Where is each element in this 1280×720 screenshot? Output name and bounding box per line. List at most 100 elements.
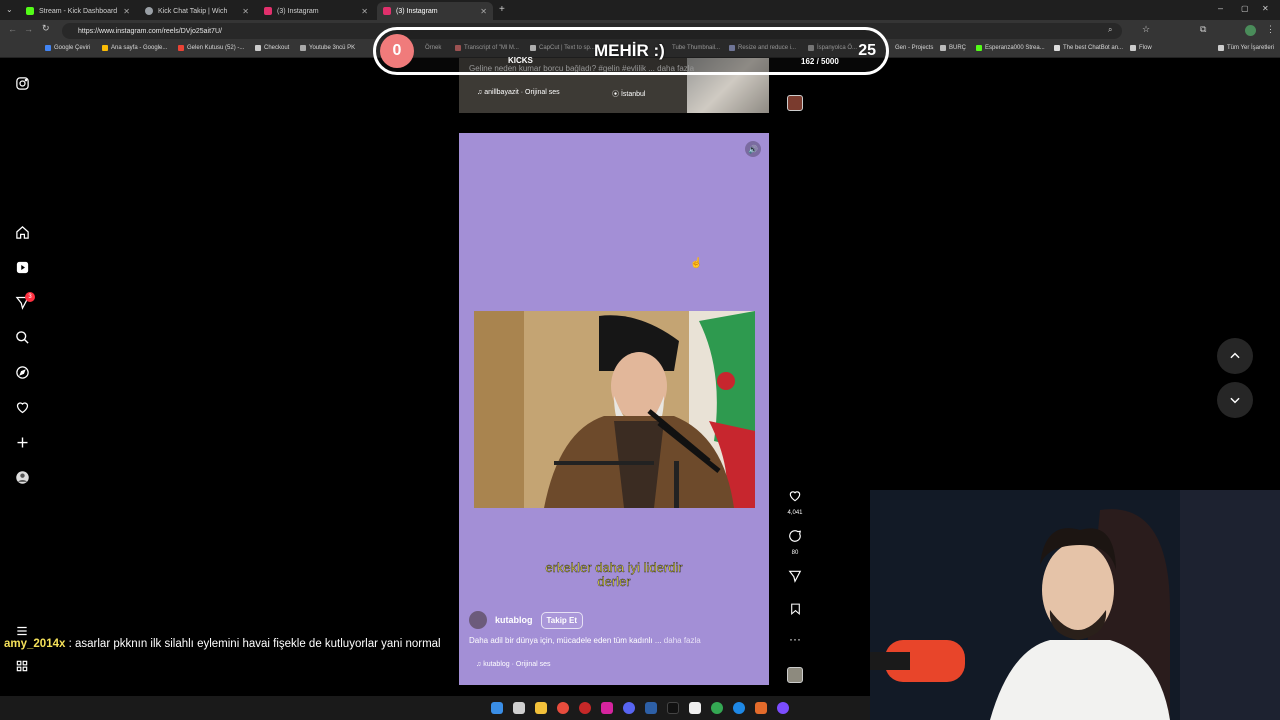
- bookmark-item[interactable]: Gen - Projects: [895, 45, 933, 51]
- prev-reel-audio-thumb[interactable]: [787, 95, 803, 111]
- close-window-icon[interactable]: ✕: [1262, 4, 1269, 13]
- next-reel-button[interactable]: [1217, 382, 1253, 418]
- kicks-goal-overlay: 0 MEHİR :) 25 KICKS 162 / 5000: [373, 27, 889, 75]
- prev-reel-music[interactable]: ♫ anillbayazit · Orijinal ses: [477, 89, 560, 96]
- comment-count: 80: [791, 550, 799, 556]
- chrome-icon[interactable]: [711, 702, 723, 714]
- tab-instagram-1[interactable]: (3) Instagram ✕: [258, 2, 374, 20]
- home-icon[interactable]: [13, 223, 31, 241]
- profile-icon[interactable]: [13, 468, 31, 486]
- kicks-label: KICKS: [508, 56, 533, 65]
- reel-subtitle: erkekler daha iyi liderdir derler: [459, 560, 769, 589]
- caption-more-link[interactable]: daha fazla: [664, 636, 701, 645]
- bookmark-item[interactable]: Tüm Yer İşaretleri: [1218, 45, 1274, 51]
- maximize-icon[interactable]: ▢: [1241, 4, 1249, 13]
- tiktok-icon[interactable]: [667, 702, 679, 714]
- bookmark-item[interactable]: Gelen Kutusu (52) -...: [178, 45, 244, 51]
- reel-music[interactable]: ♫ kutablog · Orijinal ses: [476, 661, 551, 668]
- author-name[interactable]: kutablog: [495, 615, 533, 625]
- search-icon[interactable]: [13, 328, 31, 346]
- streamer-webcam: [870, 490, 1280, 720]
- chat-username: amy_2014x: [4, 638, 66, 650]
- create-icon[interactable]: [13, 433, 31, 451]
- more-options-button[interactable]: ···: [784, 632, 806, 646]
- apps-grid-icon[interactable]: [13, 657, 31, 675]
- new-tab-icon[interactable]: +: [499, 4, 505, 15]
- bookmark-item[interactable]: Ana sayfa - Google...: [102, 45, 167, 51]
- prev-reel-location[interactable]: ⦿ İstanbul: [612, 89, 645, 99]
- bookmark-item[interactable]: Checkout: [255, 45, 289, 51]
- instagram-app-icon[interactable]: [601, 702, 613, 714]
- tab-search-button[interactable]: ⌄: [6, 5, 13, 14]
- bookmark-item[interactable]: BURÇ: [940, 45, 966, 51]
- minimize-icon[interactable]: –: [1218, 3, 1223, 13]
- like-count: 4,041: [787, 510, 803, 516]
- reel-video[interactable]: 🔊 erkekler daha iyi liderdir derler kuta…: [459, 133, 769, 685]
- bookmark-item[interactable]: The best ChatBot an...: [1054, 45, 1123, 51]
- bookmark-icon: [790, 603, 800, 616]
- author-avatar[interactable]: [469, 611, 487, 629]
- task-view-icon[interactable]: [513, 702, 525, 714]
- instagram-favicon-icon: [264, 7, 272, 15]
- tab-instagram-active[interactable]: (3) Instagram ✕: [377, 2, 493, 20]
- app-icon[interactable]: [645, 702, 657, 714]
- bookmark-item[interactable]: Esperanza000 Strea...: [976, 45, 1045, 51]
- extensions-icon[interactable]: ⧉: [1200, 24, 1206, 35]
- app-icon[interactable]: [777, 702, 789, 714]
- reels-icon[interactable]: [13, 258, 31, 276]
- caption-text: Daha adil bir dünya için, mücadele eden …: [469, 636, 662, 645]
- chat-text: : asarlar pkknın ilk silahlı eylemini ha…: [65, 638, 441, 650]
- app-icon[interactable]: [755, 702, 767, 714]
- app-icon[interactable]: [557, 702, 569, 714]
- subtitle-line-2: derler: [597, 574, 631, 589]
- file-explorer-icon[interactable]: [535, 702, 547, 714]
- instagram-logo-icon[interactable]: [13, 74, 31, 92]
- bookmark-item[interactable]: Youtube 3ncü PK: [300, 45, 355, 51]
- kicks-left-score: 0: [380, 34, 414, 68]
- subtitle-line-1: erkekler daha iyi liderdir: [545, 560, 683, 575]
- close-tab-icon[interactable]: ✕: [361, 7, 368, 16]
- close-tab-icon[interactable]: ✕: [480, 7, 487, 16]
- close-tab-icon[interactable]: ✕: [123, 7, 130, 16]
- app-icon[interactable]: [579, 702, 591, 714]
- edge-icon[interactable]: [733, 702, 745, 714]
- discord-icon[interactable]: [623, 702, 635, 714]
- bookmark-item[interactable]: Flow: [1130, 45, 1152, 51]
- share-button[interactable]: [784, 569, 806, 588]
- heart-icon: [789, 491, 801, 502]
- share-icon: [788, 570, 802, 583]
- star-icon[interactable]: ☆: [1142, 24, 1150, 35]
- tab-title: Kick Chat Takip | Wich: [158, 7, 228, 15]
- save-button[interactable]: [784, 602, 806, 621]
- comment-button[interactable]: 80: [784, 529, 806, 556]
- profile-avatar[interactable]: [1245, 25, 1256, 36]
- kicks-progress: 162 / 5000: [801, 57, 839, 66]
- close-tab-icon[interactable]: ✕: [242, 7, 249, 16]
- tab-kick-chat[interactable]: Kick Chat Takip | Wich ✕: [139, 2, 255, 20]
- reel-caption: Daha adil bir dünya için, mücadele eden …: [469, 636, 701, 645]
- zoom-icon[interactable]: ⌕: [1108, 25, 1112, 35]
- previous-reel-button[interactable]: [1217, 338, 1253, 374]
- forward-icon[interactable]: →: [24, 24, 33, 34]
- like-button[interactable]: 4,041: [784, 489, 806, 516]
- bookmark-item[interactable]: Google Çeviri: [45, 45, 90, 51]
- comment-icon: [789, 530, 801, 542]
- tab-title: (3) Instagram: [396, 7, 438, 15]
- reload-icon[interactable]: ↻: [42, 23, 50, 34]
- heart-icon[interactable]: [13, 398, 31, 416]
- reel-photo: [474, 311, 755, 508]
- app-icon[interactable]: [689, 702, 701, 714]
- chevron-up-icon: [1230, 352, 1240, 359]
- back-icon[interactable]: ←: [8, 24, 17, 34]
- windows-start-icon[interactable]: [491, 702, 503, 714]
- ellipsis-icon: ···: [789, 632, 801, 646]
- browser-tab-bar: ⌄ Stream - Kick Dashboard ✕ Kick Chat Ta…: [0, 0, 1280, 20]
- explore-icon[interactable]: [13, 363, 31, 381]
- tab-title: Stream - Kick Dashboard: [39, 7, 118, 15]
- follow-button[interactable]: Takip Et: [540, 611, 584, 629]
- volume-icon[interactable]: 🔊: [745, 141, 761, 157]
- instagram-favicon-icon: [383, 7, 391, 15]
- tab-kick-dashboard[interactable]: Stream - Kick Dashboard ✕: [20, 2, 136, 20]
- reel-audio-thumb[interactable]: [787, 667, 803, 683]
- menu-icon[interactable]: ⋮: [1266, 24, 1275, 35]
